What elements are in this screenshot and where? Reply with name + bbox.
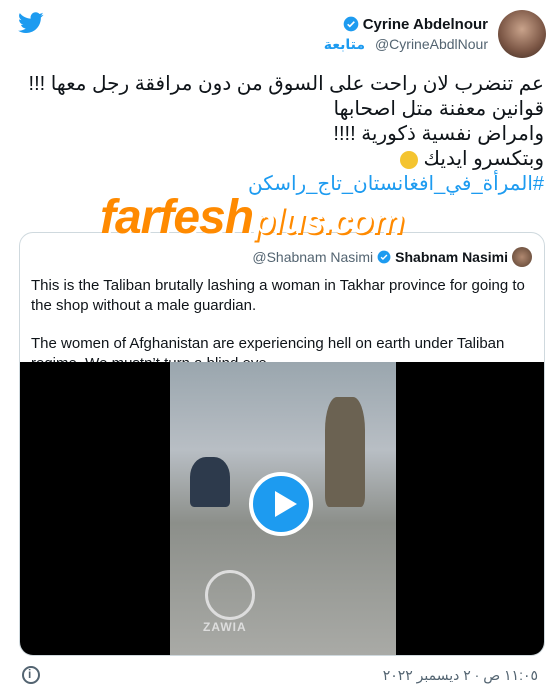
tweet-line: عم تنضرب لان راحت على السوق من دون مرافق… — [28, 73, 544, 95]
handle-row: متابعة @CyrineAbdlNour — [324, 36, 488, 53]
zawia-logo-icon — [205, 570, 255, 620]
clapping-hands-icon — [399, 150, 418, 169]
handle[interactable]: @CyrineAbdlNour — [375, 36, 488, 52]
quoted-display-name: Shabnam Nasimi — [395, 249, 508, 265]
quoted-avatar — [512, 247, 532, 267]
tweet-author: Cyrine Abdelnour متابعة @CyrineAbdlNour — [324, 10, 546, 58]
info-icon[interactable] — [22, 666, 40, 684]
tweet-line-with-emoji: وبتكسرو ايديك — [24, 147, 544, 172]
quoted-handle: @Shabnam Nasimi — [252, 249, 374, 265]
quoted-tweet[interactable]: @Shabnam Nasimi Shabnam Nasimi This is t… — [19, 232, 545, 656]
watermark: farfeshplus.com — [100, 190, 404, 245]
video-player[interactable]: ZAWIA — [20, 362, 544, 655]
tweet-footer: ١١:٠٥ ص · ٢ ديسمبر ٢٠٢٢ — [22, 666, 538, 684]
video-label: ZAWIA — [203, 620, 247, 634]
tweet-line: قوانين معفنة متل اصحابها — [333, 98, 545, 120]
video-figure — [190, 457, 230, 507]
twitter-logo-icon — [18, 12, 44, 33]
display-name-row[interactable]: Cyrine Abdelnour — [324, 16, 488, 33]
quoted-paragraph: This is the Taliban brutally lashing a w… — [31, 277, 525, 314]
author-names: Cyrine Abdelnour متابعة @CyrineAbdlNour — [324, 16, 488, 53]
watermark-main: farfesh — [100, 191, 254, 244]
quoted-tweet-header: @Shabnam Nasimi Shabnam Nasimi — [252, 247, 532, 267]
watermark-suffix: plus.com — [253, 200, 404, 241]
tweet-text: عم تنضرب لان راحت على السوق من دون مرافق… — [24, 72, 544, 197]
verified-badge-icon — [343, 16, 359, 32]
video-figure — [325, 397, 365, 507]
tweet-line: وبتكسرو ايديك — [423, 148, 544, 170]
timestamp[interactable]: ١١:٠٥ ص · ٢ ديسمبر ٢٠٢٢ — [383, 667, 538, 684]
play-button-icon[interactable] — [249, 472, 313, 536]
verified-badge-icon — [377, 250, 391, 264]
tweet-line: وامراض نفسية ذكورية !!!! — [333, 123, 544, 145]
follow-button[interactable]: متابعة — [324, 36, 365, 52]
avatar[interactable] — [498, 10, 546, 58]
display-name[interactable]: Cyrine Abdelnour — [363, 16, 488, 33]
